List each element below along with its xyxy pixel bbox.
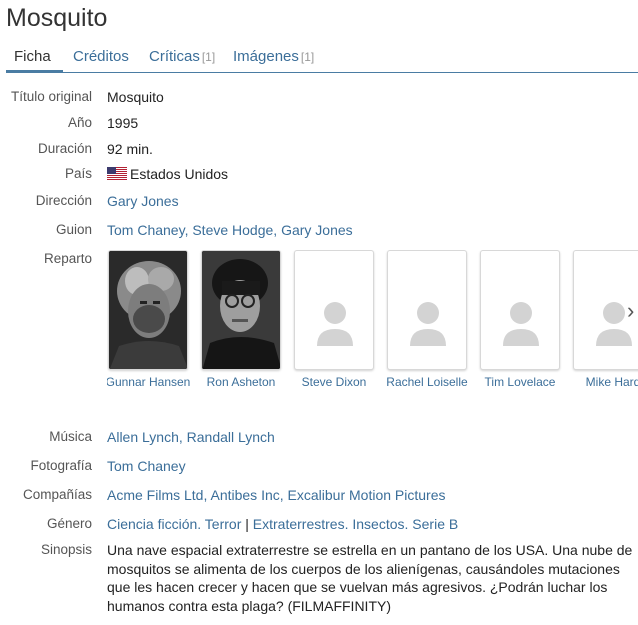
tab-bar: Ficha Créditos Críticas [1] Imágenes [1] <box>6 44 638 73</box>
actor-name-link[interactable]: Mike Hard <box>565 374 638 390</box>
active-tab-indicator <box>6 70 63 73</box>
field-label: Guion <box>55 222 92 237</box>
writer-link[interactable]: Gary Jones <box>281 222 353 238</box>
actor-name-link[interactable]: Tim Lovelace <box>472 374 568 390</box>
writer-link[interactable]: Tom Chaney <box>107 222 185 238</box>
actor-name-link[interactable]: Ron Asheton <box>193 374 289 390</box>
actor-photo[interactable] <box>294 250 374 370</box>
person-placeholder-icon <box>317 302 353 346</box>
company-link[interactable]: Antibes Inc <box>210 487 279 503</box>
tab-criticas[interactable]: Críticas [1] <box>149 48 215 65</box>
year-value: 1995 <box>107 115 139 131</box>
tab-count: [1] <box>300 50 315 64</box>
actor-name-link[interactable]: Steve Dixon <box>286 374 382 390</box>
duration-value: 92 min. <box>107 141 153 157</box>
cinematographer-link[interactable]: Tom Chaney <box>107 458 186 474</box>
field-label: Dirección <box>35 193 92 208</box>
writer-link[interactable]: Steve Hodge <box>192 222 273 238</box>
actor-name-link[interactable]: Rachel Loiselle <box>379 374 475 390</box>
tab-imagenes[interactable]: Imágenes [1] <box>233 48 314 65</box>
page-title: Mosquito <box>6 4 108 32</box>
person-placeholder-icon <box>503 302 539 346</box>
actor-photo[interactable] <box>480 250 560 370</box>
person-placeholder-icon <box>410 302 446 346</box>
actor-photo[interactable] <box>108 250 188 370</box>
field-label: País <box>64 166 92 181</box>
topic-link[interactable]: Insectos. <box>352 516 408 532</box>
company-link[interactable]: Excalibur Motion Pictures <box>288 487 446 503</box>
field-label: Año <box>67 115 92 130</box>
us-flag-icon <box>107 167 127 180</box>
field-label: Título original <box>10 89 92 104</box>
country-name: Estados Unidos <box>130 166 229 182</box>
director-link[interactable]: Gary Jones <box>107 193 179 209</box>
original-title-value: Mosquito <box>107 89 164 105</box>
field-label: Sinopsis <box>40 542 92 557</box>
genre-link[interactable]: Terror <box>205 516 242 532</box>
actor-name-link[interactable]: Gunnar Hansen <box>107 374 196 390</box>
composer-link[interactable]: Allen Lynch <box>107 429 179 445</box>
field-label: Música <box>49 429 92 444</box>
actor-photo[interactable] <box>387 250 467 370</box>
field-label: Compañías <box>22 487 92 502</box>
field-label: Fotografía <box>30 458 92 473</box>
tab-ficha[interactable]: Ficha <box>14 48 51 65</box>
composer-link[interactable]: Randall Lynch <box>187 429 275 445</box>
cast-carousel: Gunnar Hansen Ron Asheton Steve Dixon Ra… <box>107 250 638 410</box>
chevron-right-icon[interactable]: › <box>627 298 634 324</box>
actor-photo[interactable] <box>201 250 281 370</box>
tab-count: [1] <box>201 50 216 64</box>
field-label: Duración <box>37 141 92 156</box>
topic-link[interactable]: Extraterrestres. <box>253 516 349 532</box>
country-value: Estados Unidos <box>107 166 228 182</box>
genre-link[interactable]: Ciencia ficción. <box>107 516 201 532</box>
tab-creditos[interactable]: Créditos <box>73 48 129 65</box>
company-link[interactable]: Acme Films Ltd <box>107 487 203 503</box>
field-label: Reparto <box>43 251 92 266</box>
synopsis-text: Una nave espacial extraterrestre se estr… <box>107 542 633 614</box>
topic-link[interactable]: Serie B <box>412 516 458 532</box>
genre-separator: | <box>245 516 249 532</box>
field-label: Género <box>46 516 92 531</box>
